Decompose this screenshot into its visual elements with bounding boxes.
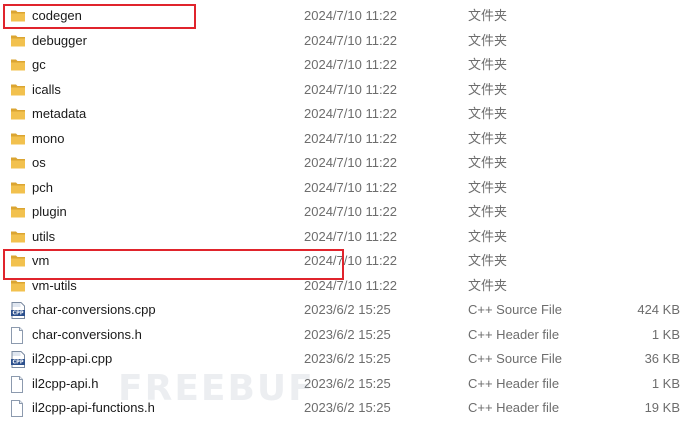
file-size: 1 KB	[651, 326, 680, 342]
date-modified: 2024/7/10 11:22	[304, 179, 398, 195]
file-type: 文件夹	[468, 130, 508, 146]
file-type: 文件夹	[468, 155, 508, 170]
file-type: C++ Header file	[468, 375, 560, 391]
file-type: C++ Source File	[468, 351, 562, 366]
date-modified: 2024/7/10 11:22	[304, 57, 398, 72]
file-name: codegen	[32, 8, 82, 23]
file-size: 36 KB	[644, 351, 680, 366]
folder-icon	[10, 274, 28, 298]
file-size: 424 KB	[637, 302, 680, 317]
date-modified: 2024/7/10 11:22	[304, 81, 398, 97]
file-name: utils	[32, 228, 56, 244]
file-type: 文件夹	[468, 179, 508, 195]
file-name: char-conversions.h	[32, 326, 142, 342]
folder-icon	[10, 102, 28, 126]
file-type: 文件夹	[468, 277, 508, 293]
file-type: 文件夹	[468, 8, 508, 23]
folder-icon	[10, 249, 28, 273]
file-name: char-conversions.cpp	[32, 302, 156, 317]
file-row-il2cpp-api-functions-h[interactable]: il2cpp-api-functions.h 2023/6/2 15:25 C++ …	[0, 396, 690, 421]
date-modified: 2023/6/2 15:25	[304, 400, 391, 415]
file-row-vm-utils[interactable]: vm-utils 2024/7/10 11:22 文件夹	[0, 274, 690, 299]
file-name: pch	[32, 179, 53, 195]
file-size: 1 KB	[651, 375, 680, 391]
header-file-icon	[10, 323, 28, 347]
svg-text:CPP: CPP	[13, 311, 24, 317]
file-row-char-conversions-h[interactable]: char-conversions.h 2023/6/2 15:25 C++ Head…	[0, 323, 690, 348]
file-type: C++ Source File	[468, 302, 562, 317]
date-modified: 2024/7/10 11:22	[304, 277, 398, 293]
file-name: il2cpp-api-functions.h	[32, 400, 155, 415]
folder-icon	[10, 151, 28, 175]
date-modified: 2024/7/10 11:22	[304, 130, 398, 146]
file-row-utils[interactable]: utils 2024/7/10 11:22 文件夹	[0, 225, 690, 250]
file-type: 文件夹	[468, 106, 508, 121]
file-type: 文件夹	[468, 204, 508, 219]
file-row-mono[interactable]: mono 2024/7/10 11:22 文件夹	[0, 127, 690, 152]
file-row-metadata[interactable]: metadata 2024/7/10 11:22 文件夹	[0, 102, 690, 127]
file-name: gc	[32, 57, 46, 72]
date-modified: 2023/6/2 15:25	[304, 302, 391, 317]
file-size: 19 KB	[644, 400, 680, 415]
file-type: C++ Header file	[468, 400, 560, 415]
file-type: 文件夹	[468, 253, 508, 268]
file-type: 文件夹	[468, 32, 508, 48]
folder-icon	[10, 4, 28, 28]
date-modified: 2024/7/10 11:22	[304, 204, 398, 219]
date-modified: 2023/6/2 15:25	[304, 351, 391, 366]
file-type: 文件夹	[468, 57, 508, 72]
date-modified: 2024/7/10 11:22	[304, 8, 398, 23]
file-row-debugger[interactable]: debugger 2024/7/10 11:22 文件夹	[0, 29, 690, 54]
file-name: il2cpp-api.cpp	[32, 351, 113, 366]
file-type: C++ Header file	[468, 326, 560, 342]
folder-icon	[10, 78, 28, 102]
folder-icon	[10, 29, 28, 53]
file-name: debugger	[32, 32, 87, 48]
date-modified: 2023/6/2 15:25	[304, 326, 391, 342]
date-modified: 2024/7/10 11:22	[304, 32, 398, 48]
file-row-vm[interactable]: vm 2024/7/10 11:22 文件夹	[0, 249, 690, 274]
svg-text:CPP: CPP	[13, 360, 24, 366]
date-modified: 2024/7/10 11:22	[304, 228, 398, 244]
date-modified: 2023/6/2 15:25	[304, 375, 391, 391]
file-row-plugin[interactable]: plugin 2024/7/10 11:22 文件夹	[0, 200, 690, 225]
file-row-il2cpp-api-cpp[interactable]: CPP il2cpp-api.cpp 2023/6/2 15:25 C++ Sourc…	[0, 347, 690, 372]
folder-icon	[10, 127, 28, 151]
file-name: os	[32, 155, 46, 170]
file-row-pch[interactable]: pch 2024/7/10 11:22 文件夹	[0, 176, 690, 201]
folder-icon	[10, 176, 28, 200]
file-row-char-conversions-cpp[interactable]: CPP char-conversions.cpp 2023/6/2 15:25 C++…	[0, 298, 690, 323]
file-row-il2cpp-api-h[interactable]: il2cpp-api.h 2023/6/2 15:25 C++ Header fil…	[0, 372, 690, 397]
file-name: vm	[32, 253, 50, 268]
file-list: codegen 2024/7/10 11:22 文件夹 debugger 2024/7/…	[0, 4, 690, 421]
file-name: vm-utils	[32, 277, 77, 293]
header-file-icon	[10, 396, 28, 420]
file-row-os[interactable]: os 2024/7/10 11:22 文件夹	[0, 151, 690, 176]
folder-icon	[10, 200, 28, 224]
file-row-gc[interactable]: gc 2024/7/10 11:22 文件夹	[0, 53, 690, 78]
file-row-icalls[interactable]: icalls 2024/7/10 11:22 文件夹	[0, 78, 690, 103]
cpp-file-icon: CPP	[10, 298, 28, 322]
file-type: 文件夹	[468, 228, 508, 244]
folder-icon	[10, 225, 28, 249]
file-name: plugin	[32, 204, 67, 219]
date-modified: 2024/7/10 11:22	[304, 106, 398, 121]
date-modified: 2024/7/10 11:22	[304, 155, 398, 170]
file-type: 文件夹	[468, 81, 508, 97]
file-name: metadata	[32, 106, 87, 121]
file-name: il2cpp-api.h	[32, 375, 99, 391]
file-name: icalls	[32, 81, 61, 97]
cpp-file-icon: CPP	[10, 347, 28, 371]
file-row-codegen[interactable]: codegen 2024/7/10 11:22 文件夹	[0, 4, 690, 29]
date-modified: 2024/7/10 11:22	[304, 253, 398, 268]
folder-icon	[10, 53, 28, 77]
header-file-icon	[10, 372, 28, 396]
file-name: mono	[32, 130, 65, 146]
